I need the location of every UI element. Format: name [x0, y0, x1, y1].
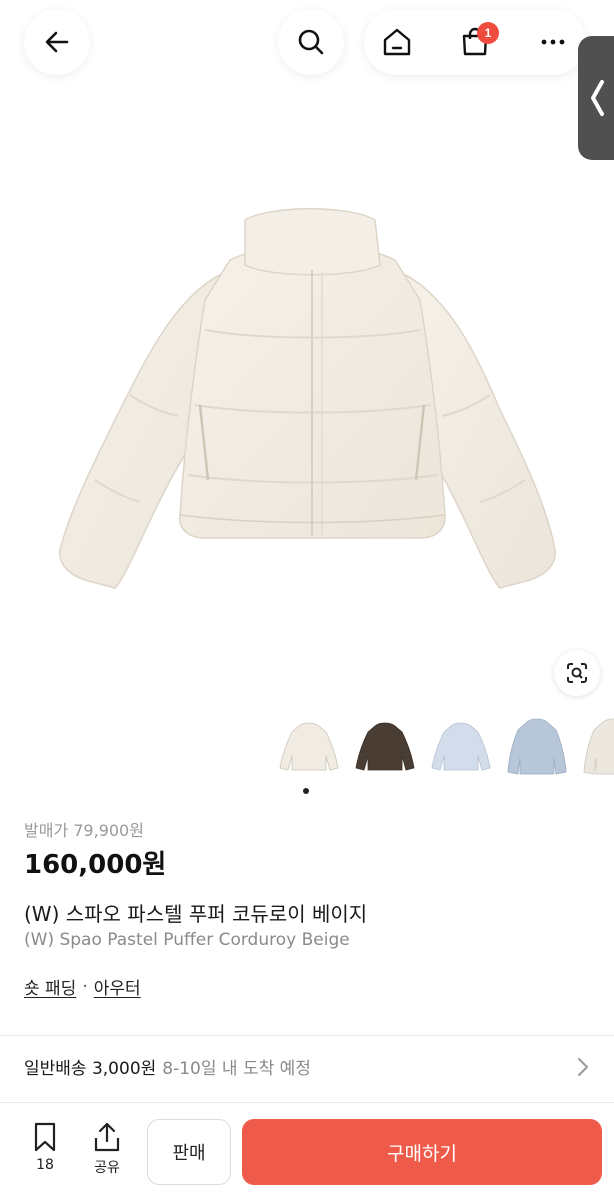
buy-button[interactable]: 구매하기 [242, 1119, 602, 1185]
thumbnail-jacket-shape [355, 722, 415, 771]
product-image-area[interactable] [0, 0, 614, 710]
back-button[interactable] [24, 9, 90, 75]
original-price: 발매가 79,900원 [24, 821, 144, 840]
shipping-eta: 8-10일 내 도착 예정 [162, 1059, 311, 1079]
cart-button[interactable]: 1 [442, 9, 508, 75]
thumbnail-jacket-image [583, 718, 614, 775]
more-options-button[interactable] [520, 9, 586, 75]
bottom-action-bar: 18 공유 판매 구매하기 [0, 1102, 614, 1200]
thumbnail-jacket-image [355, 722, 415, 771]
jacket-product-image [59, 208, 556, 589]
thumbnail-jacket-shape [431, 722, 491, 771]
thumbnail-jacket-shape [507, 718, 567, 775]
share-button[interactable]: 공유 [85, 1121, 129, 1183]
chevron-left-icon [591, 80, 604, 116]
thumbnail-light-blue[interactable] [426, 712, 496, 782]
thumbnail-jacket-image [431, 722, 491, 771]
category-link-outer[interactable]: 아우터 [94, 974, 141, 999]
thumbnail-beige[interactable] [274, 712, 344, 782]
shipping-info-row[interactable]: 일반배송 3,000원 8-10일 내 도착 예정 [0, 1036, 614, 1098]
lens-search-icon [567, 663, 587, 683]
more-icon [541, 39, 565, 45]
bookmark-button[interactable]: 18 [23, 1121, 67, 1183]
thumbnail-jacket-shape [583, 718, 614, 775]
sell-button[interactable]: 판매 [147, 1119, 231, 1185]
current-price: 160,000원 [24, 850, 167, 880]
shipping-info: 일반배송 3,000원 8-10일 내 도착 예정 [24, 1054, 311, 1079]
home-icon [383, 28, 411, 56]
thumbnail-ivory[interactable] [578, 712, 614, 782]
header-actions-pill: 1 [364, 9, 586, 75]
product-title-korean: (W) 스파오 파스텔 푸퍼 코듀로이 베이지 [24, 902, 368, 926]
home-button[interactable] [364, 9, 430, 75]
cart-count-badge: 1 [477, 22, 499, 44]
side-panel-handle[interactable] [578, 36, 614, 160]
carousel-dot-active [303, 788, 309, 794]
shipping-fee: 일반배송 3,000원 [24, 1059, 157, 1079]
thumbnail-jacket-image [279, 722, 339, 771]
share-icon [94, 1122, 120, 1152]
thumbnail-blue[interactable] [502, 712, 572, 782]
category-link-short-padding[interactable]: 숏 패딩 [24, 974, 76, 999]
category-separator: · [82, 976, 88, 997]
back-arrow-icon [45, 31, 69, 53]
color-thumbnails [268, 712, 614, 782]
bookmark-count: 18 [36, 1157, 54, 1173]
bookmark-icon [34, 1122, 56, 1152]
share-label: 공유 [94, 1160, 120, 1176]
product-title-english: (W) Spao Pastel Puffer Corduroy Beige [24, 930, 350, 950]
search-button[interactable] [278, 9, 344, 75]
thumbnail-jacket-image [507, 718, 567, 775]
category-breadcrumb: 숏 패딩 · 아우터 [24, 974, 141, 1000]
thumbnail-jacket-shape [279, 722, 339, 771]
search-icon [298, 29, 324, 55]
image-search-lens-button[interactable] [554, 650, 600, 696]
thumbnail-brown[interactable] [350, 712, 420, 782]
carousel-indicator [303, 788, 309, 794]
chevron-right-icon [578, 1058, 588, 1076]
top-navigation-bar: 1 [0, 0, 614, 90]
